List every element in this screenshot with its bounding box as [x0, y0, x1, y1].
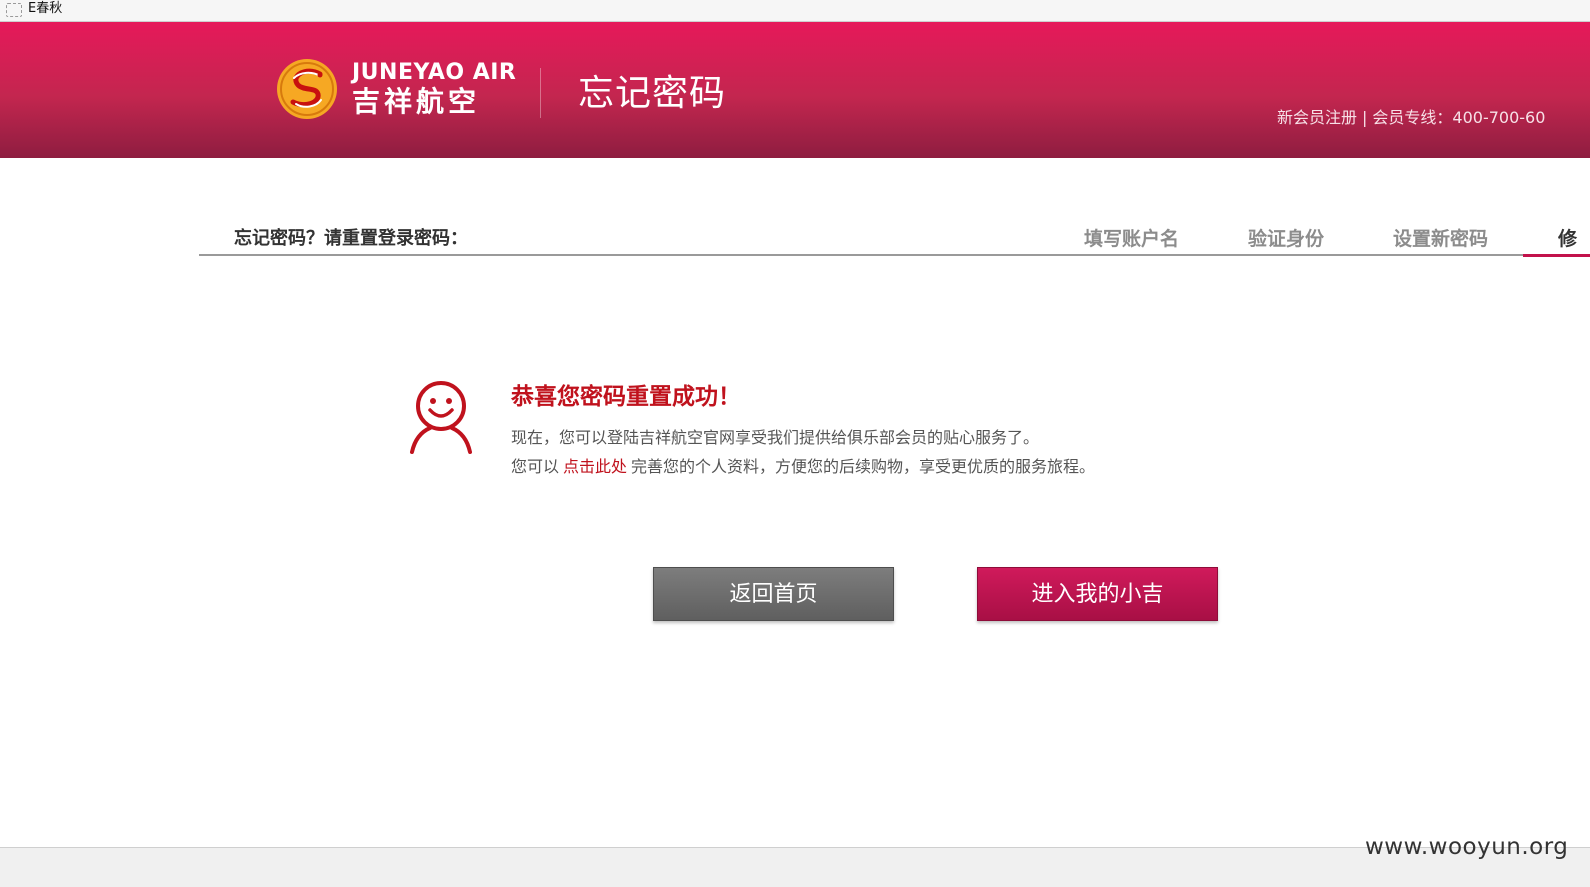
return-home-button[interactable]: 返回首页: [653, 567, 894, 621]
success-title: 恭喜您密码重置成功！: [511, 384, 741, 410]
steps-divider: [199, 254, 1590, 256]
header-link-separator: |: [1362, 108, 1368, 127]
bottom-strip: [0, 848, 1590, 887]
hotline-text: 会员专线：400-700-60: [1372, 108, 1546, 127]
step-complete: 修: [1558, 228, 1578, 250]
logo-text-en[interactable]: JUNEYAO AIR: [352, 60, 516, 86]
site-header: JUNEYAO AIR 吉祥航空 忘记密码 新会员注册 | 会员专线：400-700…: [0, 22, 1590, 158]
page: E春秋 JUNEYAO AIR 吉祥航空 忘记密码 新会员注册 | 会员专线：400…: [0, 0, 1590, 887]
step-set-password: 设置新密码: [1393, 228, 1489, 250]
step-enter-account: 填写账户名: [1084, 228, 1180, 250]
page-title: 忘记密码: [578, 73, 727, 114]
smile-person-icon: [410, 381, 472, 454]
register-link[interactable]: 新会员注册: [1277, 108, 1357, 127]
browser-tab-strip: E春秋: [0, 0, 1590, 22]
header-links: 新会员注册 | 会员专线：400-700-60: [1277, 108, 1545, 128]
success-message-line1: 现在，您可以登陆吉祥航空官网享受我们提供给俱乐部会员的贴心服务了。: [511, 428, 1040, 447]
tab-title[interactable]: E春秋: [28, 1, 62, 17]
watermark: www.wooyun.org: [1365, 834, 1569, 860]
dragon-emblem-icon[interactable]: [276, 58, 338, 120]
enter-my-account-button[interactable]: 进入我的小吉: [977, 567, 1218, 621]
success-message-line2: 您可以 点击此处 完善您的个人资料，方便您的后续购物，享受更优质的服务旅程。: [511, 457, 1095, 477]
tab-page-icon: [6, 3, 22, 17]
message-suffix: 完善您的个人资料，方便您的后续购物，享受更优质的服务旅程。: [631, 457, 1096, 476]
logo-text-cn[interactable]: 吉祥航空: [352, 86, 480, 118]
header-divider: [540, 68, 541, 118]
message-prefix: 您可以: [511, 457, 560, 476]
click-here-link[interactable]: 点击此处: [563, 457, 627, 476]
step-active-indicator: [1523, 254, 1590, 257]
step-verify-identity: 验证身份: [1248, 228, 1325, 250]
steps-title: 忘记密码？请重置登录密码：: [234, 228, 468, 249]
